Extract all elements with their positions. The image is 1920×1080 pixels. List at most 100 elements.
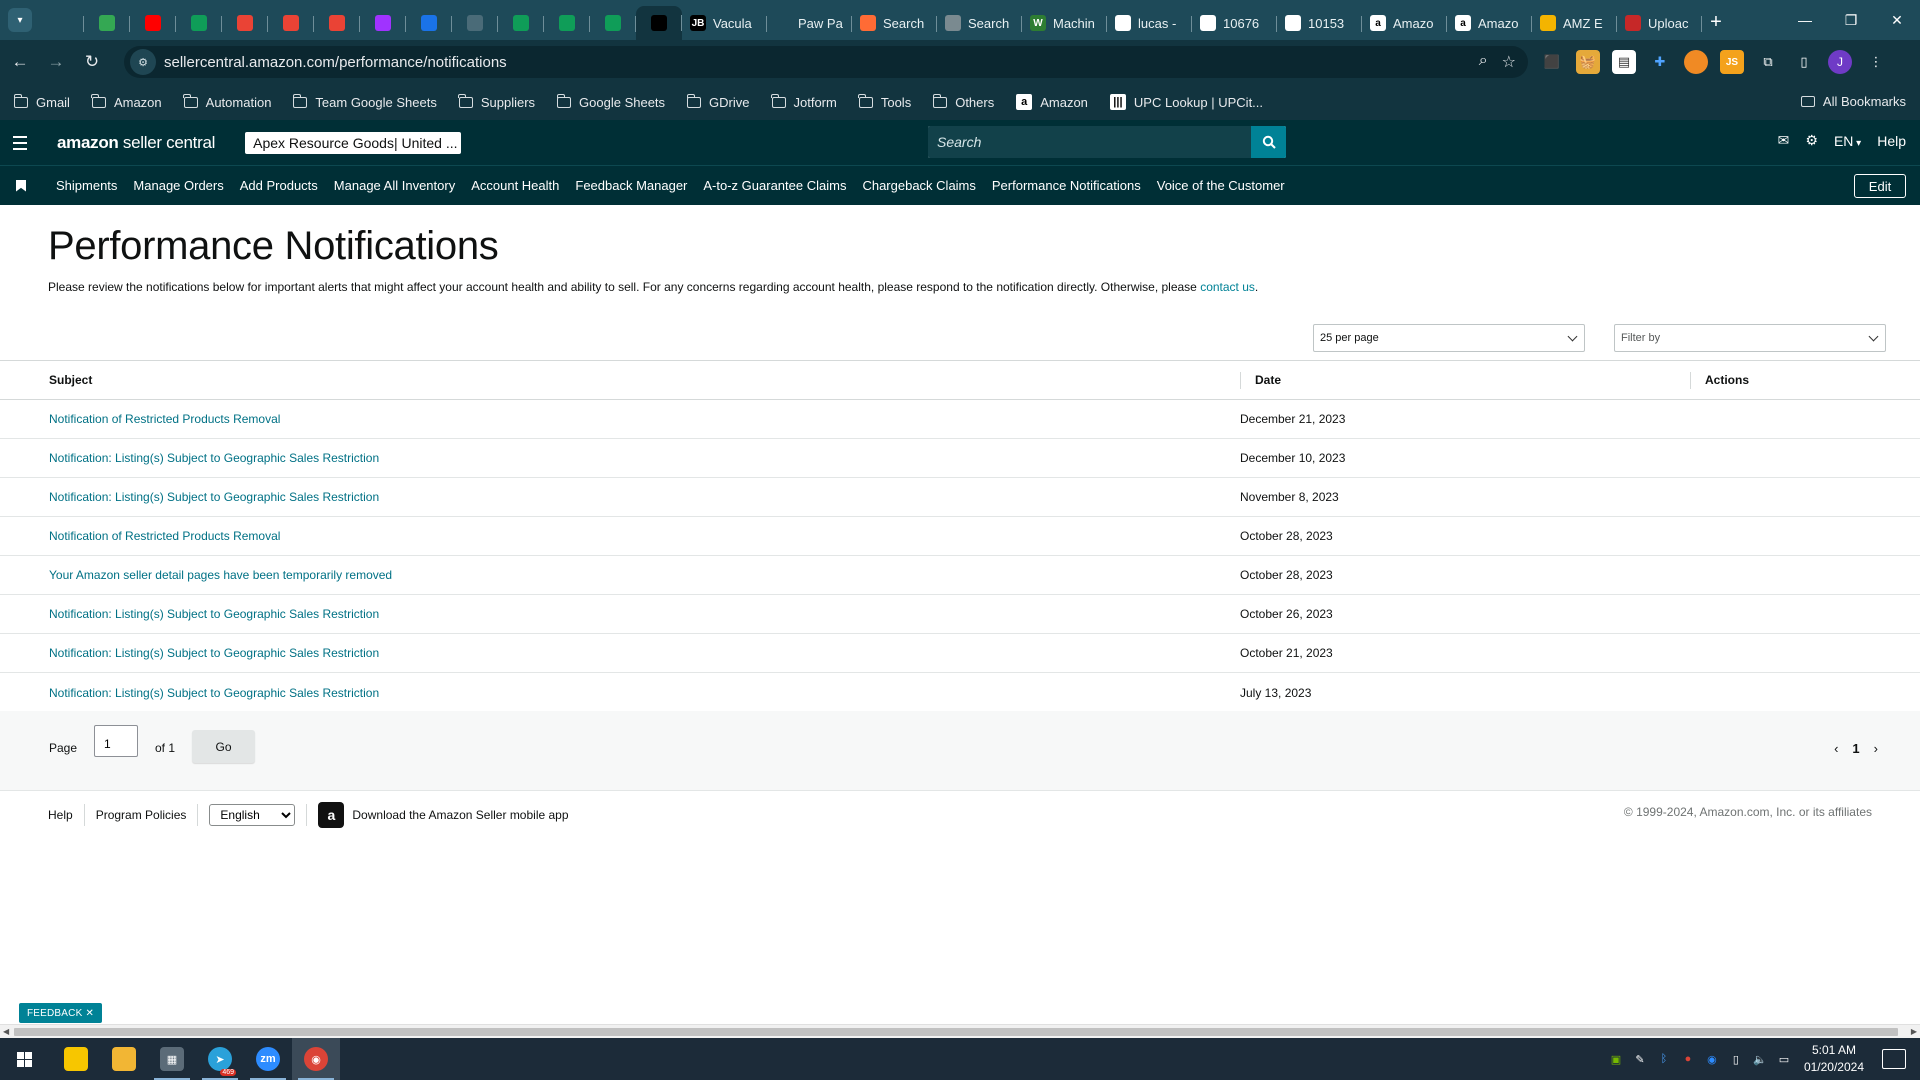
profile-avatar[interactable]: J <box>1828 50 1852 74</box>
browser-tab[interactable]: AMZ E <box>1532 7 1617 39</box>
column-header-subject[interactable]: Subject <box>0 373 1240 387</box>
download-app-link[interactable]: Download the Amazon Seller mobile app <box>352 808 568 822</box>
extension-js-icon[interactable]: JS <box>1720 50 1744 74</box>
notification-link[interactable]: Notification: Listing(s) Subject to Geog… <box>49 607 379 621</box>
browser-tab[interactable]: a Amazo <box>1362 7 1447 39</box>
bluetooth-icon[interactable]: ᛒ <box>1656 1051 1672 1067</box>
browser-tab[interactable]: lucas - <box>1107 7 1192 39</box>
store-selector[interactable]: Apex Resource Goods | United ... <box>245 131 462 154</box>
pinned-tab[interactable] <box>130 7 176 39</box>
windows-start-icon[interactable] <box>0 1038 48 1080</box>
scroll-left-icon[interactable]: ◀ <box>3 1027 9 1036</box>
browser-tab[interactable]: JB Vacula <box>682 7 767 39</box>
notification-link[interactable]: Notification of Restricted Products Remo… <box>49 529 280 543</box>
restore-icon[interactable]: ❐ <box>1828 0 1874 40</box>
go-button[interactable]: Go <box>192 730 255 763</box>
address-bar[interactable]: ⚙ sellercentral.amazon.com/performance/n… <box>124 46 1528 78</box>
next-page-icon[interactable]: › <box>1874 741 1878 756</box>
search-input[interactable] <box>928 126 1251 158</box>
notification-link[interactable]: Your Amazon seller detail pages have bee… <box>49 568 392 582</box>
pinned-tab[interactable] <box>38 7 84 39</box>
notification-link[interactable]: Notification: Listing(s) Subject to Geog… <box>49 646 379 660</box>
taskbar-app[interactable] <box>52 1038 100 1080</box>
pinned-tab[interactable] <box>590 7 636 39</box>
bookmark-star-icon[interactable]: ☆ <box>1502 52 1516 72</box>
reload-icon[interactable]: ↻ <box>76 46 108 78</box>
nav-link-a-to-z-guarantee-claims[interactable]: A-to-z Guarantee Claims <box>703 178 846 193</box>
taskbar-app[interactable]: zm <box>244 1038 292 1080</box>
url-text[interactable]: sellercentral.amazon.com/performance/not… <box>164 54 507 71</box>
bookmark-google-sheets[interactable]: Google Sheets <box>556 93 665 110</box>
search-button[interactable] <box>1251 126 1286 158</box>
gear-icon[interactable]: ⚙ <box>1805 132 1818 149</box>
nav-link-add-products[interactable]: Add Products <box>240 178 318 193</box>
extension-basket-icon[interactable]: 🧺 <box>1576 50 1600 74</box>
pinned-tab[interactable] <box>544 7 590 39</box>
chrome-tray-icon[interactable]: ● <box>1680 1051 1696 1067</box>
contact-us-link[interactable]: contact us <box>1200 280 1255 294</box>
nav-link-performance-notifications[interactable]: Performance Notifications <box>992 178 1141 193</box>
taskbar-app[interactable]: ➤ 469 <box>196 1038 244 1080</box>
nav-link-manage-orders[interactable]: Manage Orders <box>133 178 223 193</box>
all-bookmarks-button[interactable]: All Bookmarks <box>1800 94 1906 109</box>
browser-tab[interactable]: 10153 <box>1277 7 1362 39</box>
browser-tab[interactable]: Search <box>852 7 937 39</box>
side-panel-icon[interactable]: ▯ <box>1792 50 1816 74</box>
nav-link-shipments[interactable]: Shipments <box>56 178 117 193</box>
bookmark-amazon[interactable]: a Amazon <box>1016 94 1088 110</box>
pinned-tab[interactable] <box>84 7 130 39</box>
pinned-tab[interactable] <box>268 7 314 39</box>
edit-nav-button[interactable]: Edit <box>1854 174 1906 198</box>
bookmark-jotform[interactable]: Jotform <box>771 93 837 110</box>
bookmark-others[interactable]: Others <box>932 93 994 110</box>
help-link[interactable]: Help <box>1877 133 1906 149</box>
browser-tab[interactable]: Paw Pa <box>767 7 852 39</box>
network-icon[interactable]: ▭ <box>1776 1051 1792 1067</box>
nav-link-voice-of-the-customer[interactable]: Voice of the Customer <box>1157 178 1285 193</box>
browser-tab[interactable]: 10676 <box>1192 7 1277 39</box>
bookmark-amazon[interactable]: Amazon <box>91 93 162 110</box>
previous-page-icon[interactable]: ‹ <box>1834 741 1838 756</box>
taskbar-app[interactable]: ◉ <box>292 1038 340 1080</box>
notification-link[interactable]: Notification: Listing(s) Subject to Geog… <box>49 451 379 465</box>
footer-language-select[interactable]: English <box>209 803 296 826</box>
nav-link-chargeback-claims[interactable]: Chargeback Claims <box>862 178 975 193</box>
site-info-icon[interactable]: ⚙ <box>130 49 156 75</box>
nav-link-manage-all-inventory[interactable]: Manage All Inventory <box>334 178 455 193</box>
nav-link-feedback-manager[interactable]: Feedback Manager <box>575 178 687 193</box>
extension-green-icon[interactable]: ⬛ <box>1540 50 1564 74</box>
bookmark-gmail[interactable]: Gmail <box>13 93 70 110</box>
volume-icon[interactable]: 🔈 <box>1752 1051 1768 1067</box>
notification-link[interactable]: Notification: Listing(s) Subject to Geog… <box>49 686 379 700</box>
pinned-tab[interactable] <box>176 7 222 39</box>
filter-dropdown[interactable]: Filter by <box>1614 324 1886 352</box>
notification-link[interactable]: Notification: Listing(s) Subject to Geog… <box>49 490 379 504</box>
program-policies-link[interactable]: Program Policies <box>96 808 187 822</box>
back-icon[interactable]: ← <box>4 46 36 78</box>
seller-central-logo[interactable]: amazon seller central <box>57 133 215 153</box>
bookmark-tools[interactable]: Tools <box>858 93 911 110</box>
taskbar-app[interactable]: ▦ <box>148 1038 196 1080</box>
current-page-number[interactable]: 1 <box>1852 741 1859 756</box>
bookmark-gdrive[interactable]: GDrive <box>686 93 750 110</box>
nav-link-account-health[interactable]: Account Health <box>471 178 559 193</box>
close-window-icon[interactable]: ✕ <box>1874 0 1920 40</box>
extension-puzzle-blue-icon[interactable]: ✚ <box>1648 50 1672 74</box>
browser-tab[interactable]: W Machin <box>1022 7 1107 39</box>
bookmark-team-google-sheets[interactable]: Team Google Sheets <box>292 93 437 110</box>
bookmark-automation[interactable]: Automation <box>183 93 271 110</box>
browser-tab[interactable]: Search <box>937 7 1022 39</box>
notification-link[interactable]: Notification of Restricted Products Remo… <box>49 412 280 426</box>
taskbar-app[interactable] <box>100 1038 148 1080</box>
zoom-icon[interactable]: ⌕ <box>1479 52 1488 72</box>
pen-icon[interactable]: ✎ <box>1632 1051 1648 1067</box>
battery-icon[interactable]: ▯ <box>1728 1051 1744 1067</box>
pinned-tab[interactable] <box>498 7 544 39</box>
amazon-seller-app-icon[interactable]: a <box>318 801 345 828</box>
pinned-tab[interactable] <box>406 7 452 39</box>
notification-center-icon[interactable] <box>1882 1049 1906 1069</box>
scroll-right-icon[interactable]: ▶ <box>1911 1027 1917 1036</box>
browser-tab[interactable]: Uploac <box>1617 7 1702 39</box>
browser-menu-icon[interactable]: ⋮ <box>1864 50 1888 74</box>
forward-icon[interactable]: → <box>40 46 72 78</box>
